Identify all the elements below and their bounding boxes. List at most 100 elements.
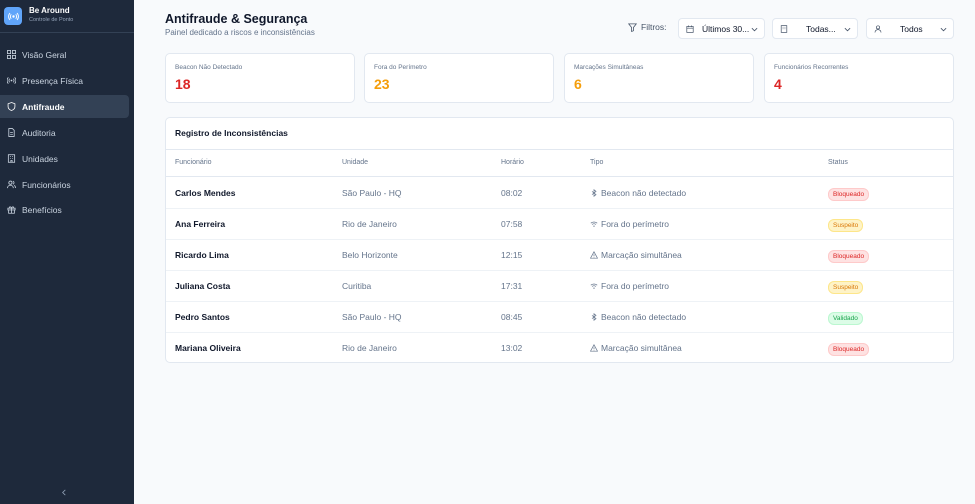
cell-type: Marcação simultânea xyxy=(590,250,682,260)
sidebar: Be Around Controle de Ponto Visão Geral … xyxy=(0,0,134,504)
table-row[interactable]: Ricardo Lima Belo Horizonte 12:15 Marcação … xyxy=(166,240,953,271)
brand-name: Be Around xyxy=(29,6,70,15)
page-subtitle: Painel dedicado a riscos e inconsistênci… xyxy=(165,28,315,37)
period-filter-value: Últimos 30... xyxy=(702,24,750,34)
employee-filter-value: Todos xyxy=(900,24,923,34)
unit-filter-select[interactable]: Todas... xyxy=(772,18,858,39)
chevron-down-icon xyxy=(751,27,758,32)
cell-type: Beacon não detectado xyxy=(590,312,686,322)
column-header-unidade: Unidade xyxy=(342,159,369,166)
cell-type-label: Marcação simultânea xyxy=(601,250,682,260)
stat-label: Marcações Simultâneas xyxy=(574,64,644,71)
building-icon xyxy=(780,25,788,33)
chevron-down-icon xyxy=(940,27,947,32)
users-icon xyxy=(7,180,16,189)
cell-type-label: Fora do perímetro xyxy=(601,219,670,229)
cell-unit: São Paulo - HQ xyxy=(342,312,402,322)
cell-unit: Curitiba xyxy=(342,281,372,291)
cell-type-label: Marcação simultânea xyxy=(601,343,682,353)
table-row[interactable]: Carlos Mendes São Paulo - HQ 08:02 Beacon n… xyxy=(166,178,953,209)
column-header-horario: Horário xyxy=(501,159,524,166)
sidebar-item-label: Presença Física xyxy=(22,75,83,86)
stat-card-beacon: Beacon Não Detectado 18 xyxy=(165,53,355,103)
sidebar-item-label: Funcionários xyxy=(22,179,71,190)
sidebar-item-presenca-fisica[interactable]: Presença Física xyxy=(0,69,129,92)
column-header-status: Status xyxy=(828,159,848,166)
cell-employee: Carlos Mendes xyxy=(175,188,236,198)
stat-label: Fora do Perímetro xyxy=(374,64,427,71)
chevron-left-icon xyxy=(62,489,66,495)
sidebar-item-funcionarios[interactable]: Funcionários xyxy=(0,173,129,196)
sidebar-item-auditoria[interactable]: Auditoria xyxy=(0,121,129,144)
cell-type: Marcação simultânea xyxy=(590,343,682,353)
sidebar-item-label: Antifraude xyxy=(22,101,65,112)
sidebar-item-unidades[interactable]: Unidades xyxy=(0,147,129,170)
employee-filter-select[interactable]: Todos xyxy=(866,18,954,39)
calendar-icon xyxy=(686,25,694,33)
chevron-down-icon xyxy=(844,27,851,32)
cell-unit: Rio de Janeiro xyxy=(342,219,397,229)
file-icon xyxy=(7,128,16,137)
table-row[interactable]: Juliana Costa Curitiba 17:31 Fora do períme… xyxy=(166,271,953,302)
cell-type-label: Beacon não detectado xyxy=(601,312,687,322)
wifi-icon xyxy=(590,282,598,290)
cell-time: 08:02 xyxy=(501,188,523,198)
period-filter-select[interactable]: Últimos 30... xyxy=(678,18,765,39)
table-row[interactable]: Ana Ferreira Rio de Janeiro 07:58 Fora do p… xyxy=(166,209,953,240)
filters-label-text: Filtros: xyxy=(641,22,667,32)
stat-card-recorrentes: Funcionários Recorrentes 4 xyxy=(764,53,954,103)
cell-type-label: Fora do perímetro xyxy=(601,281,670,291)
status-badge: Bloqueado xyxy=(828,188,870,201)
cell-employee: Ana Ferreira xyxy=(175,219,226,229)
sidebar-item-beneficios[interactable]: Benefícios xyxy=(0,198,129,221)
brand: Be Around Controle de Ponto xyxy=(0,0,134,33)
cell-unit: Rio de Janeiro xyxy=(342,343,397,353)
stat-value: 23 xyxy=(374,76,390,92)
stat-card-simultaneas: Marcações Simultâneas 6 xyxy=(564,53,754,103)
cell-employee: Juliana Costa xyxy=(175,281,231,291)
gift-icon xyxy=(7,205,16,214)
cell-type: Fora do perímetro xyxy=(590,281,669,291)
sidebar-item-label: Auditoria xyxy=(22,127,56,138)
status-badge: Bloqueado xyxy=(828,343,870,356)
filter-icon xyxy=(628,22,637,32)
bluetooth-icon xyxy=(590,189,598,197)
stat-value: 18 xyxy=(175,76,191,92)
collapse-sidebar-button[interactable] xyxy=(58,486,70,498)
building-icon xyxy=(7,154,16,163)
cell-time: 13:02 xyxy=(501,343,523,353)
filters-label: Filtros: xyxy=(628,22,667,32)
sidebar-item-antifraude[interactable]: Antifraude xyxy=(0,95,129,118)
column-header-funcionario: Funcionário xyxy=(175,159,212,166)
stat-label: Funcionários Recorrentes xyxy=(774,64,849,71)
stat-value: 6 xyxy=(574,76,582,92)
sidebar-item-visao-geral[interactable]: Visão Geral xyxy=(0,43,129,66)
stat-label: Beacon Não Detectado xyxy=(175,64,243,71)
radio-waves-icon xyxy=(4,7,22,25)
wifi-icon xyxy=(590,220,598,228)
table-header: Funcionário Unidade Horário Tipo Status xyxy=(166,149,953,177)
unit-filter-value: Todas... xyxy=(806,24,836,34)
stat-value: 4 xyxy=(774,76,782,92)
stat-card-perimetro: Fora do Perímetro 23 xyxy=(364,53,554,103)
cell-unit: São Paulo - HQ xyxy=(342,188,402,198)
table-row[interactable]: Mariana Oliveira Rio de Janeiro 13:02 Marca… xyxy=(166,333,953,362)
cell-unit: Belo Horizonte xyxy=(342,250,398,260)
cell-type-label: Beacon não detectado xyxy=(601,188,687,198)
sidebar-item-label: Unidades xyxy=(22,153,58,164)
main-content: Antifraude & Segurança Painel dedicado a… xyxy=(134,0,975,504)
cell-employee: Pedro Santos xyxy=(175,312,230,322)
cell-employee: Ricardo Lima xyxy=(175,250,229,260)
cell-time: 12:15 xyxy=(501,250,523,260)
radio-icon xyxy=(7,76,16,85)
cell-type: Beacon não detectado xyxy=(590,188,686,198)
cell-time: 08:45 xyxy=(501,312,523,322)
bluetooth-icon xyxy=(590,313,598,321)
brand-subtitle: Controle de Ponto xyxy=(29,17,74,23)
user-icon xyxy=(874,25,882,33)
status-badge: Bloqueado xyxy=(828,250,870,263)
alert-triangle-icon xyxy=(590,251,598,259)
table-row[interactable]: Pedro Santos São Paulo - HQ 08:45 Beacon nã… xyxy=(166,302,953,333)
cell-time: 17:31 xyxy=(501,281,523,291)
inconsistencies-table: Registro de Inconsistências Funcionário … xyxy=(165,117,954,363)
